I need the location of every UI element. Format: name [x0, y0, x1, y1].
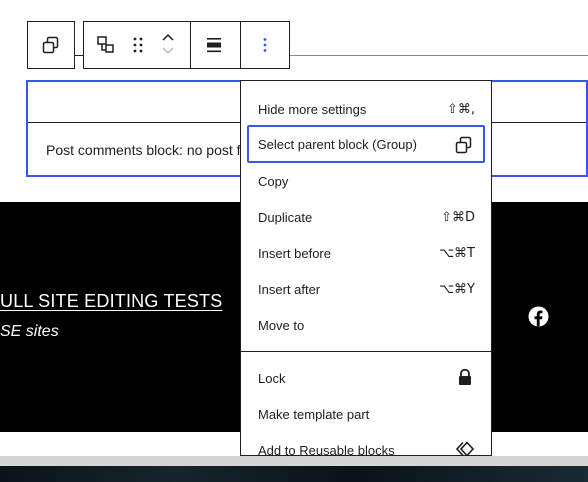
- shortcut-label: ⌥⌘Y: [439, 281, 475, 297]
- menu-item-hide-more-settings[interactable]: Hide more settings ⇧⌘,: [247, 90, 485, 128]
- shortcut-label: ⌥⌘T: [439, 245, 475, 261]
- drag-handle-icon[interactable]: [128, 35, 148, 55]
- menu-separator: [241, 351, 491, 352]
- site-tagline: SE sites: [0, 323, 59, 340]
- lock-icon: [457, 368, 473, 386]
- menu-item-duplicate[interactable]: Duplicate ⇧⌘D: [247, 198, 485, 236]
- menu-item-add-to-reusable-blocks[interactable]: Add to Reusable blocks: [247, 431, 485, 455]
- site-title-link[interactable]: ULL SITE EDITING TESTS: [0, 291, 222, 312]
- menu-item-make-template-part[interactable]: Make template part: [247, 395, 485, 433]
- shortcut-label: ⇧⌘D: [441, 209, 475, 225]
- block-transform-icon[interactable]: [96, 35, 116, 55]
- toolbar-separator: [240, 22, 241, 68]
- facebook-icon[interactable]: [528, 306, 549, 327]
- shortcut-label: ⇧⌘,: [446, 101, 475, 117]
- menu-item-select-parent-block[interactable]: Select parent block (Group): [247, 125, 485, 163]
- menu-item-insert-after[interactable]: Insert after ⌥⌘Y: [247, 270, 485, 308]
- editor-scroll-edge: [0, 456, 588, 466]
- select-parent-icon: [455, 136, 473, 154]
- chevron-up-icon[interactable]: [158, 30, 178, 44]
- menu-item-insert-before[interactable]: Insert before ⌥⌘T: [247, 234, 485, 272]
- more-vertical-icon[interactable]: [255, 35, 275, 55]
- block-options-menu: Hide more settings ⇧⌘, Select parent blo…: [240, 80, 492, 456]
- block-toolbar: [83, 21, 290, 69]
- menu-item-copy[interactable]: Copy: [247, 162, 485, 200]
- block-outline-top: [290, 55, 588, 56]
- post-comments-placeholder: Post comments block: no post fo: [46, 142, 249, 158]
- align-icon[interactable]: [204, 35, 224, 55]
- select-parent-icon: [42, 36, 60, 54]
- block-outline-top: [75, 55, 83, 56]
- menu-item-move-to[interactable]: Move to: [247, 306, 485, 344]
- reusable-block-icon: [455, 441, 475, 455]
- chevron-down-icon[interactable]: [158, 44, 178, 58]
- toolbar-separator: [190, 22, 191, 68]
- select-parent-button[interactable]: [27, 21, 75, 69]
- desktop-background: [0, 466, 588, 482]
- menu-item-lock[interactable]: Lock: [247, 359, 485, 397]
